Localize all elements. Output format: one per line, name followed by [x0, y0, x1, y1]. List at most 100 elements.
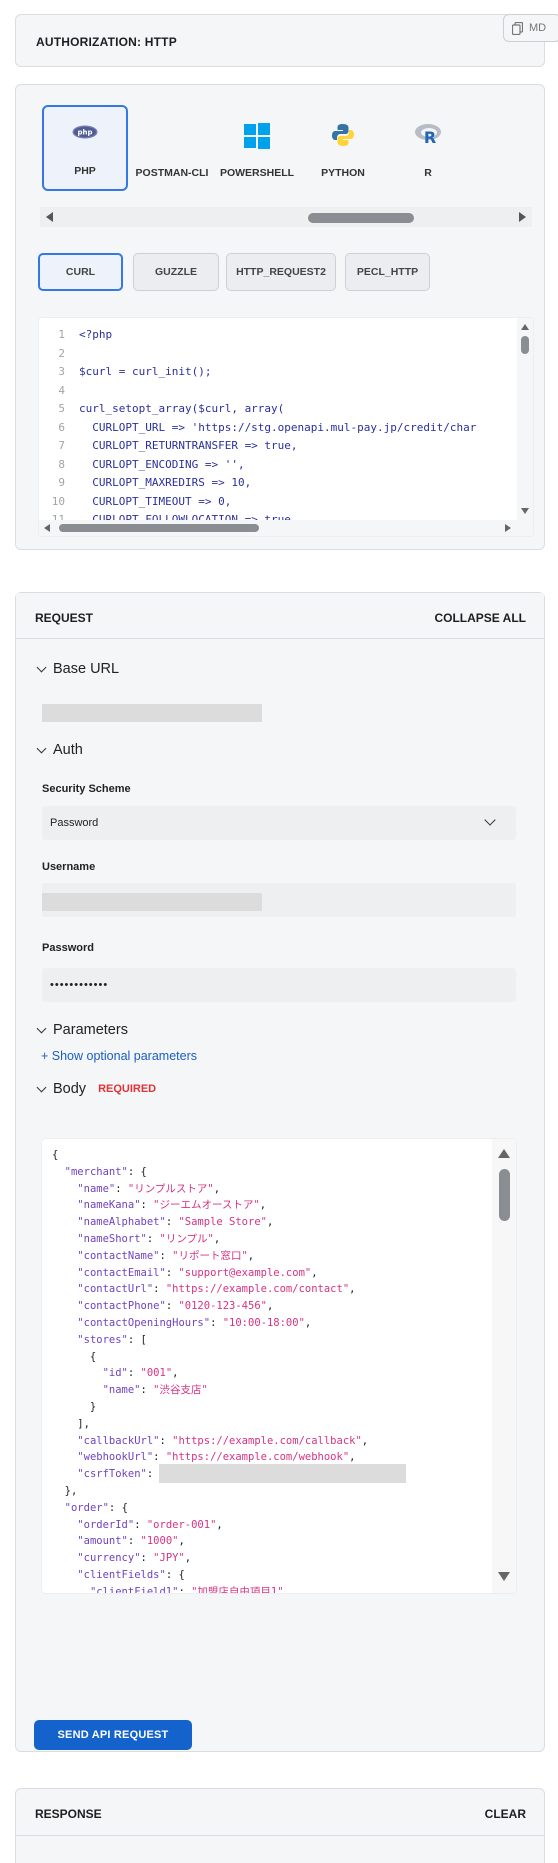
json-line: "amount": "1000", [77, 1535, 185, 1548]
scroll-right-icon[interactable] [505, 524, 511, 532]
body-toggle[interactable]: Body REQUIRED [36, 1081, 157, 1097]
request-title: REQUEST [35, 611, 94, 625]
auth-toggle[interactable]: Auth [36, 742, 83, 758]
tab-python[interactable]: PYTHON [300, 105, 386, 191]
scroll-up-icon[interactable] [521, 324, 529, 330]
section-label: Parameters [53, 1022, 128, 1038]
json-line: "contactName": "リポート窓口", [77, 1249, 255, 1262]
variant-label: HTTP_REQUEST2 [236, 266, 326, 278]
chevron-down-icon [36, 662, 47, 672]
scroll-left-icon[interactable] [44, 524, 50, 532]
code-text: <?php [79, 328, 113, 341]
code-sample[interactable]: 1 <?php 2 3 $curl = curl_init(); 4 5 curl_setop… [38, 317, 534, 537]
md-label: MD [529, 22, 547, 34]
code-line: 8 CURLOPT_ENCODING => '', [39, 456, 511, 475]
json-line: }, [52, 1484, 78, 1497]
json-line: "clientField1": "加盟店自由項目1", [89, 1585, 290, 1594]
request-header: REQUEST COLLAPSE ALL [16, 593, 544, 639]
json-line: "nameKana": "ジーエムオーストア", [77, 1199, 267, 1212]
scroll-thumb[interactable] [499, 1169, 510, 1221]
json-line: "nameAlphabet": "Sample Store", [77, 1216, 274, 1229]
code-line: 10 CURLOPT_TIMEOUT => 0, [39, 493, 511, 512]
line-number: 7 [58, 439, 65, 452]
line-number: 5 [58, 402, 65, 415]
variant-guzzle[interactable]: GUZZLE [133, 253, 219, 291]
chevron-down-icon [36, 1082, 47, 1092]
md-button[interactable]: MD [503, 14, 558, 42]
json-line: { [52, 1149, 59, 1161]
send-api-request-button[interactable]: SEND API REQUEST [34, 1720, 192, 1750]
code-line: 4 [39, 382, 511, 401]
json-line: "orderId": "order-001", [77, 1518, 223, 1531]
code-horizontal-scrollbar[interactable] [39, 520, 533, 536]
scroll-down-icon[interactable] [498, 1572, 510, 1581]
code-text: CURLOPT_RETURNTRANSFER => true, [79, 439, 298, 452]
windows-icon [244, 123, 270, 152]
response-card: RESPONSE CLEAR [15, 1788, 545, 1863]
scroll-left-icon[interactable] [46, 212, 53, 222]
show-optional-parameters-link[interactable]: + Show optional parameters [41, 1049, 197, 1063]
security-scheme-label: Security Scheme [42, 783, 131, 795]
security-scheme-select[interactable]: Password [42, 806, 516, 840]
parameters-toggle[interactable]: Parameters [36, 1022, 128, 1038]
json-line: "clientFields": { [77, 1568, 185, 1581]
username-field[interactable] [42, 883, 516, 917]
scroll-thumb[interactable] [59, 524, 259, 532]
chevron-down-icon [484, 814, 496, 826]
response-title: RESPONSE [35, 1807, 102, 1821]
json-line: "order": { [64, 1501, 128, 1514]
required-badge: REQUIRED [98, 1083, 157, 1095]
tab-r[interactable]: R R [385, 105, 471, 191]
scroll-thumb[interactable] [521, 336, 529, 354]
body-editor[interactable]: { "merchant": { "name": "リンプルストア", "name… [41, 1138, 517, 1594]
divider [16, 1835, 544, 1836]
csrf-token-value [159, 1464, 406, 1483]
scroll-right-icon[interactable] [519, 212, 526, 222]
line-number: 1 [58, 328, 65, 341]
variant-http-request2[interactable]: HTTP_REQUEST2 [226, 253, 336, 291]
json-line: "contactOpeningHours": "10:00-18:00", [77, 1316, 312, 1329]
variant-pecl-http[interactable]: PECL_HTTP [345, 253, 430, 291]
tab-php[interactable]: php PHP [42, 105, 128, 191]
code-vertical-scrollbar[interactable] [517, 318, 533, 536]
tab-label: POWERSHELL [219, 167, 295, 179]
tab-postman-cli[interactable]: POSTMAN-CLI [129, 105, 215, 191]
tab-label: POSTMAN-CLI [135, 167, 209, 179]
username-value [42, 893, 262, 911]
code-line: 5 curl_setopt_array($curl, array( [39, 400, 511, 419]
json-line: "name": "渋谷支店" [102, 1384, 208, 1397]
password-field[interactable]: •••••••••••• [42, 968, 516, 1002]
tab-label: R [424, 167, 432, 179]
username-label: Username [42, 861, 96, 873]
authorization-title: AUTHORIZATION: HTTP [36, 35, 177, 49]
section-label: Body [53, 1081, 87, 1097]
code-line: 3 $curl = curl_init(); [39, 363, 511, 382]
json-line: "nameShort": "リンプル", [77, 1232, 221, 1245]
line-number: 2 [58, 346, 65, 360]
r-icon: R [414, 123, 442, 148]
json-line: } [52, 1400, 97, 1413]
variant-curl[interactable]: CURL [38, 253, 123, 291]
collapse-all-button[interactable]: COLLAPSE ALL [434, 611, 526, 625]
scroll-down-icon[interactable] [521, 508, 529, 514]
copy-icon [512, 21, 523, 35]
json-line: "callbackUrl": "https://example.com/call… [77, 1434, 369, 1447]
variant-label: GUZZLE [155, 266, 197, 278]
scroll-thumb[interactable] [308, 213, 414, 223]
tab-powershell[interactable]: POWERSHELL [214, 105, 300, 191]
code-text: curl_setopt_array($curl, array( [79, 402, 285, 415]
body-scrollbar[interactable] [492, 1139, 516, 1593]
code-text: $curl = curl_init(); [79, 365, 212, 378]
json-line: "contactEmail": "support@example.com", [77, 1266, 318, 1279]
json-line: ], [52, 1417, 90, 1430]
language-scrollbar[interactable] [40, 207, 532, 227]
line-number: 3 [58, 365, 65, 378]
code-line: 2 [39, 345, 511, 364]
section-label: Base URL [53, 661, 120, 677]
base-url-toggle[interactable]: Base URL [36, 661, 120, 677]
scroll-up-icon[interactable] [498, 1149, 510, 1158]
line-number: 6 [58, 420, 65, 434]
chevron-down-icon [36, 1023, 47, 1033]
code-text: CURLOPT_URL => 'https://stg.openapi.mul-… [79, 420, 477, 434]
clear-button[interactable]: CLEAR [485, 1807, 526, 1821]
